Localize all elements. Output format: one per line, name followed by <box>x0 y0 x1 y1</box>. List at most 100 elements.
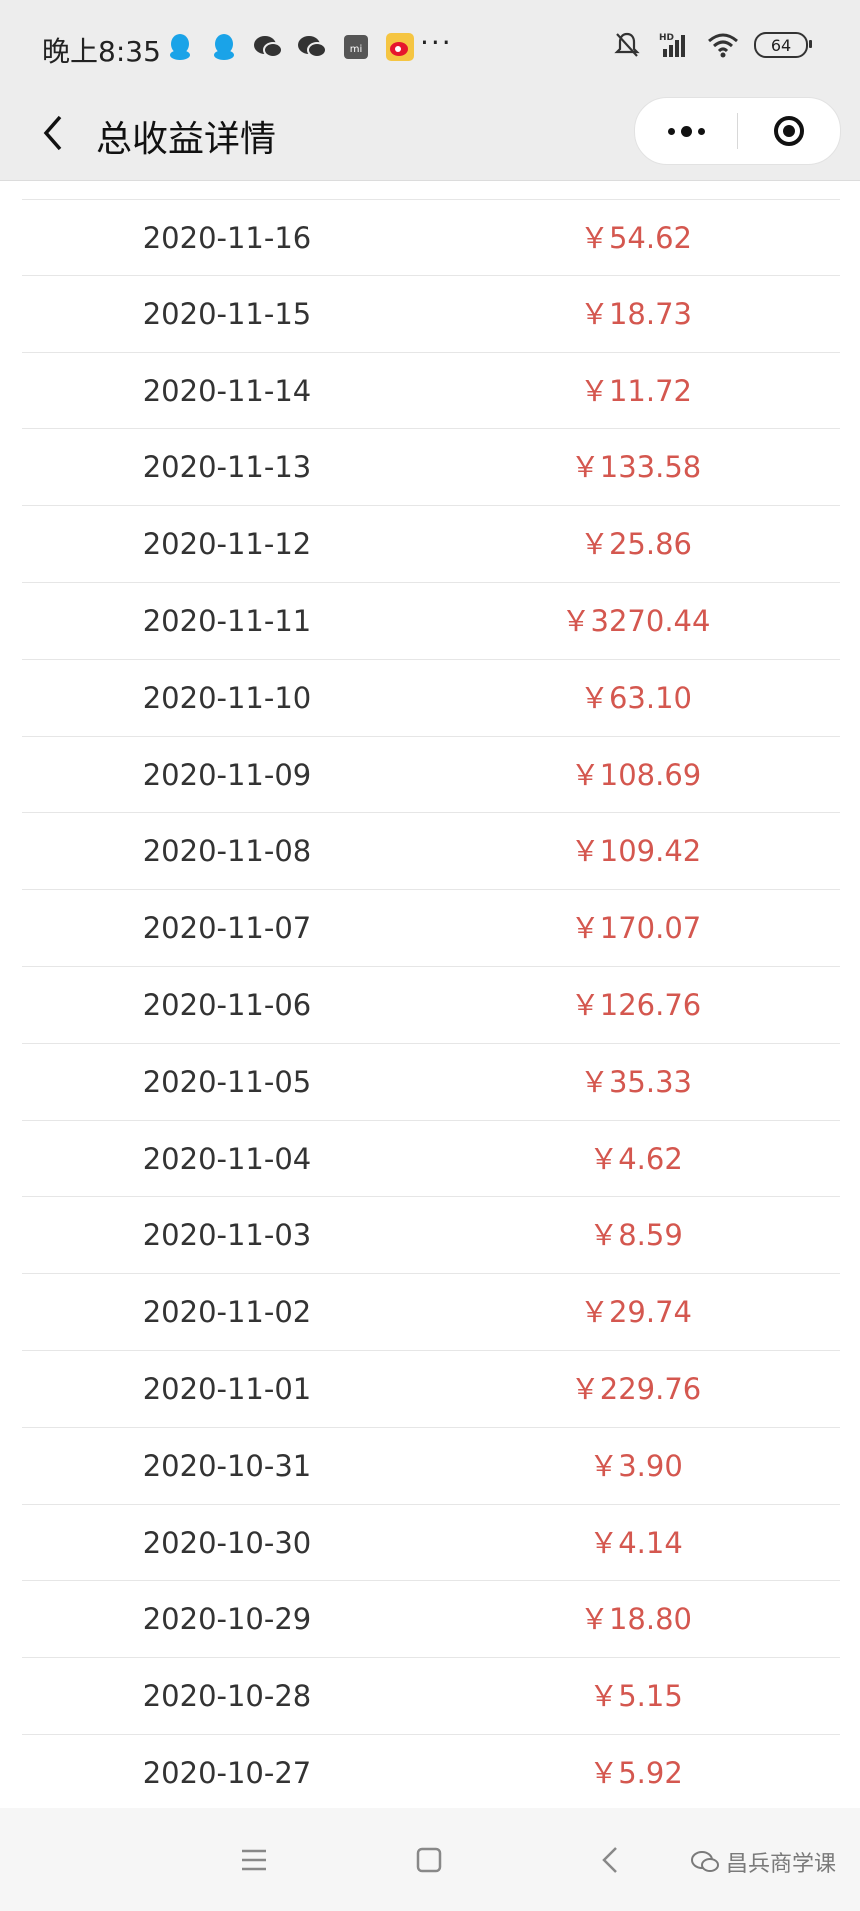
close-target-icon <box>774 116 804 146</box>
row-date: 2020-11-10 <box>142 680 312 715</box>
row-date: 2020-10-30 <box>142 1525 312 1560</box>
miniprogram-capsule <box>634 97 841 165</box>
row-date: 2020-11-16 <box>142 221 312 255</box>
wechat-icon <box>253 32 283 62</box>
row-date: 2020-10-31 <box>142 1448 312 1483</box>
row-date: 2020-11-09 <box>142 757 312 792</box>
earnings-row: 2020-11-02 ￥29.74 <box>22 1274 840 1351</box>
earnings-row: 2020-10-31 ￥3.90 <box>22 1428 840 1505</box>
square-home-icon <box>416 1847 442 1873</box>
more-notifications-icon: ··· <box>420 26 453 59</box>
recent-apps-button[interactable] <box>234 1840 274 1880</box>
close-miniprogram-button[interactable] <box>738 98 840 164</box>
earnings-row: 2020-10-30 ￥4.14 <box>22 1505 840 1582</box>
row-date: 2020-11-14 <box>142 373 312 408</box>
row-amount: ￥126.76 <box>570 987 702 1022</box>
row-date: 2020-11-12 <box>142 527 312 562</box>
row-amount: ￥3.90 <box>589 1448 683 1483</box>
back-button[interactable] <box>28 108 78 158</box>
mute-bell-icon <box>612 30 642 60</box>
earnings-row: 2020-11-11 ￥3270.44 <box>22 583 840 660</box>
row-amount: ￥8.59 <box>589 1218 683 1253</box>
row-date: 2020-11-01 <box>142 1371 312 1406</box>
earnings-row: 2020-11-13 ￥133.58 <box>22 429 840 507</box>
row-amount: ￥229.76 <box>570 1371 702 1406</box>
row-amount: ￥29.74 <box>579 1295 693 1330</box>
battery-icon: 64 <box>754 32 812 58</box>
row-amount: ￥4.62 <box>589 1141 683 1176</box>
row-amount: ￥11.72 <box>579 373 693 408</box>
row-amount: ￥63.10 <box>579 680 693 715</box>
row-date: 2020-11-08 <box>142 834 312 869</box>
home-button[interactable] <box>409 1840 449 1880</box>
earnings-row: 2020-11-12 ￥25.86 <box>22 506 840 583</box>
earnings-row: 2020-11-04 ￥4.62 <box>22 1121 840 1198</box>
earnings-row: 2020-10-28 ￥5.15 <box>22 1658 840 1735</box>
row-amount: ￥25.86 <box>579 527 693 562</box>
row-date: 2020-11-11 <box>142 603 312 638</box>
row-date: 2020-11-13 <box>142 450 312 485</box>
system-back-button[interactable] <box>590 1840 630 1880</box>
row-date: 2020-11-02 <box>142 1295 312 1330</box>
chevron-left-icon <box>43 115 62 151</box>
row-date: 2020-11-03 <box>142 1218 312 1253</box>
row-amount: ￥133.58 <box>570 450 702 485</box>
wechat-icon <box>297 32 327 62</box>
row-amount: ￥5.15 <box>589 1679 683 1714</box>
earnings-row: 2020-11-01 ￥229.76 <box>22 1351 840 1428</box>
row-amount: ￥109.42 <box>570 834 702 869</box>
earnings-row: 2020-11-05 ￥35.33 <box>22 1044 840 1121</box>
watermark-text: 昌兵商学课 <box>726 1852 837 1877</box>
more-menu-button[interactable] <box>635 98 737 164</box>
earnings-row: 2020-11-16 ￥54.62 <box>22 199 840 276</box>
earnings-row: 2020-11-07 ￥170.07 <box>22 890 840 967</box>
wifi-icon <box>706 30 740 60</box>
back-triangle-icon <box>602 1847 617 1873</box>
mi-icon: mi <box>341 32 371 62</box>
row-date: 2020-11-15 <box>142 296 312 331</box>
status-bar: 晚上8:35 mi ··· HD 64 <box>0 0 860 90</box>
signal-icon: HD <box>656 30 692 60</box>
earnings-row: 2020-11-08 ￥109.42 <box>22 813 840 891</box>
earnings-list: 2020-11-16 ￥54.62 2020-11-15 ￥18.73 2020-11-… <box>22 199 840 1812</box>
row-date: 2020-11-04 <box>142 1141 312 1176</box>
earnings-row: 2020-11-10 ￥63.10 <box>22 660 840 737</box>
row-amount: ￥18.80 <box>579 1602 693 1637</box>
earnings-row: 2020-11-15 ￥18.73 <box>22 276 840 353</box>
earnings-row: 2020-11-14 ￥11.72 <box>22 353 840 430</box>
earnings-row: 2020-11-03 ￥8.59 <box>22 1197 840 1275</box>
row-amount: ￥108.69 <box>570 757 702 792</box>
page-title: 总收益详情 <box>96 119 277 160</box>
system-navigation-bar: 昌兵商学课 <box>0 1808 860 1911</box>
earnings-row: 2020-10-27 ￥5.92 <box>22 1735 840 1812</box>
qq-icon <box>209 32 239 62</box>
row-date: 2020-10-27 <box>142 1755 312 1790</box>
svg-text:HD: HD <box>659 33 674 43</box>
earnings-row: 2020-10-29 ￥18.80 <box>22 1581 840 1659</box>
status-system-icons: HD 64 <box>612 30 812 60</box>
row-amount: ￥170.07 <box>570 911 702 946</box>
menu-lines-icon <box>242 1849 266 1871</box>
row-amount: ￥3270.44 <box>561 603 711 638</box>
earnings-row: 2020-11-09 ￥108.69 <box>22 737 840 814</box>
row-date: 2020-10-28 <box>142 1679 312 1714</box>
row-amount: ￥5.92 <box>589 1755 683 1790</box>
row-amount: ￥18.73 <box>579 296 693 331</box>
row-date: 2020-10-29 <box>142 1602 312 1637</box>
row-date: 2020-11-06 <box>142 987 312 1022</box>
row-amount: ￥54.62 <box>579 221 693 255</box>
row-amount: ￥4.14 <box>589 1525 683 1560</box>
wechat-official-icon <box>691 1851 719 1872</box>
more-dots-icon <box>667 125 705 137</box>
earnings-row: 2020-11-06 ￥126.76 <box>22 967 840 1044</box>
watermark: 昌兵商学课 <box>690 1846 836 1878</box>
row-date: 2020-11-05 <box>142 1064 312 1099</box>
weibo-icon <box>385 32 415 62</box>
battery-level: 64 <box>770 35 792 55</box>
status-time: 晚上8:35 <box>42 35 161 68</box>
row-date: 2020-11-07 <box>142 911 312 946</box>
row-amount: ￥35.33 <box>579 1064 693 1099</box>
svg-text:mi: mi <box>350 44 363 55</box>
qq-icon <box>165 32 195 62</box>
navigation-bar: 总收益详情 <box>0 90 860 181</box>
